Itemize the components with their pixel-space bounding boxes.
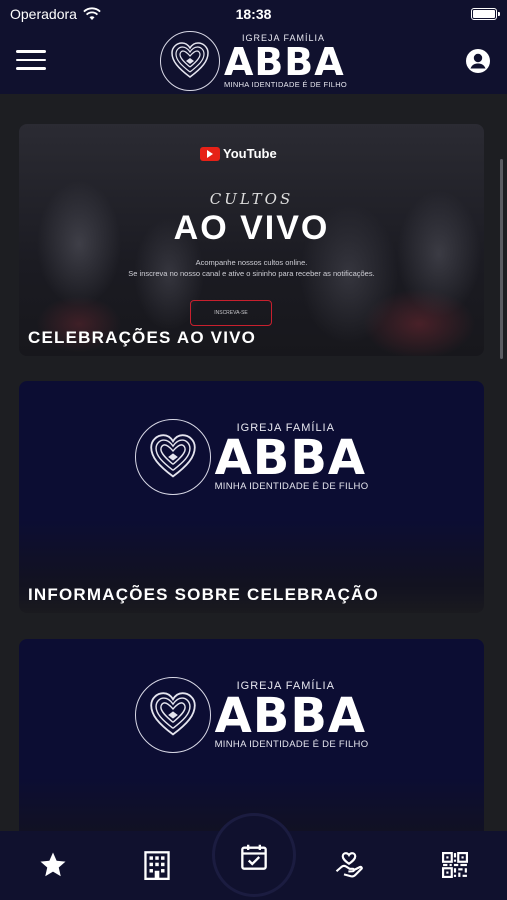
- content-list[interactable]: YouTube CULTOS AO VIVO Acompanhe nossos …: [0, 94, 507, 831]
- heart-hand-icon: [335, 852, 363, 878]
- tab-church[interactable]: [137, 845, 177, 885]
- banner-desc-line2: Se inscreva no nosso canal e ative o sin…: [128, 268, 375, 278]
- card-label: CELEBRAÇÕES AO VIVO: [28, 328, 257, 347]
- tab-agenda[interactable]: [234, 837, 274, 877]
- profile-button[interactable]: [465, 48, 491, 74]
- building-icon: [144, 851, 170, 880]
- user-circle-icon: [466, 49, 490, 73]
- logo-text: IGREJA FAMÍLIA ABBA MINHA IDENTIDADE É D…: [223, 33, 348, 89]
- youtube-logo: YouTube: [200, 146, 277, 161]
- battery-icon: [471, 8, 500, 20]
- hamburger-icon-line: [16, 58, 46, 61]
- banner-desc-line1: Acompanhe nossos cultos online.: [195, 258, 308, 267]
- banner-title: AO VIVO: [173, 209, 330, 247]
- fingerprint-heart-icon: [134, 677, 211, 753]
- tab-qrcode[interactable]: [435, 845, 475, 885]
- banner-overline: CULTOS: [209, 190, 294, 208]
- fingerprint-heart-icon: [159, 31, 220, 91]
- star-icon: [40, 852, 66, 877]
- status-bar: Operadora 18:38: [0, 0, 507, 28]
- card-label: INFORMAÇÕES SOBRE CELEBRAÇÃO: [28, 585, 379, 604]
- app-header: IGREJA FAMÍLIA ABBA MINHA IDENTIDADE É D…: [0, 28, 507, 94]
- battery-fill: [473, 10, 495, 18]
- fingerprint-heart-icon: [134, 419, 211, 495]
- youtube-text: YouTube: [223, 146, 277, 161]
- scrollbar[interactable]: [500, 159, 503, 359]
- logo-main-text: ABBA: [214, 429, 367, 486]
- carrier-label: Operadora: [10, 6, 77, 22]
- tab-donations[interactable]: [329, 845, 369, 885]
- calendar-check-icon: [241, 844, 267, 870]
- card-third[interactable]: IGREJA FAMÍLIA ABBA MINHA IDENTIDADE É D…: [19, 639, 484, 831]
- subscribe-button: INSCREVA-SE: [190, 300, 272, 326]
- status-left: Operadora: [10, 6, 101, 22]
- logo-text: IGREJA FAMÍLIA ABBA MINHA IDENTIDADE É D…: [214, 680, 369, 750]
- hamburger-icon-line: [16, 67, 46, 70]
- header-logo: IGREJA FAMÍLIA ABBA MINHA IDENTIDADE É D…: [159, 31, 348, 91]
- logo-sub-text: MINHA IDENTIDADE É DE FILHO: [214, 738, 369, 750]
- card-celebracoes-ao-vivo[interactable]: YouTube CULTOS AO VIVO Acompanhe nossos …: [19, 124, 484, 356]
- logo-text: IGREJA FAMÍLIA ABBA MINHA IDENTIDADE É D…: [214, 422, 369, 492]
- logo-sub-text: MINHA IDENTIDADE É DE FILHO: [214, 480, 369, 492]
- card-logo: IGREJA FAMÍLIA ABBA MINHA IDENTIDADE É D…: [19, 419, 484, 495]
- wifi-icon: [83, 7, 101, 20]
- banner-description: Acompanhe nossos cultos online. Se inscr…: [19, 258, 484, 279]
- card-informacoes-celebracao[interactable]: IGREJA FAMÍLIA ABBA MINHA IDENTIDADE É D…: [19, 381, 484, 613]
- logo-main-text: ABBA: [223, 39, 345, 84]
- menu-button[interactable]: [16, 50, 46, 72]
- logo-sub-text: MINHA IDENTIDADE É DE FILHO: [223, 79, 348, 89]
- logo-main-text: ABBA: [214, 687, 367, 744]
- hamburger-icon: [16, 50, 46, 53]
- card-logo: IGREJA FAMÍLIA ABBA MINHA IDENTIDADE É D…: [19, 677, 484, 753]
- qr-code-icon: [442, 852, 468, 878]
- tab-bar: [0, 813, 507, 900]
- youtube-play-icon: [200, 146, 220, 161]
- tab-favorites[interactable]: [33, 845, 73, 885]
